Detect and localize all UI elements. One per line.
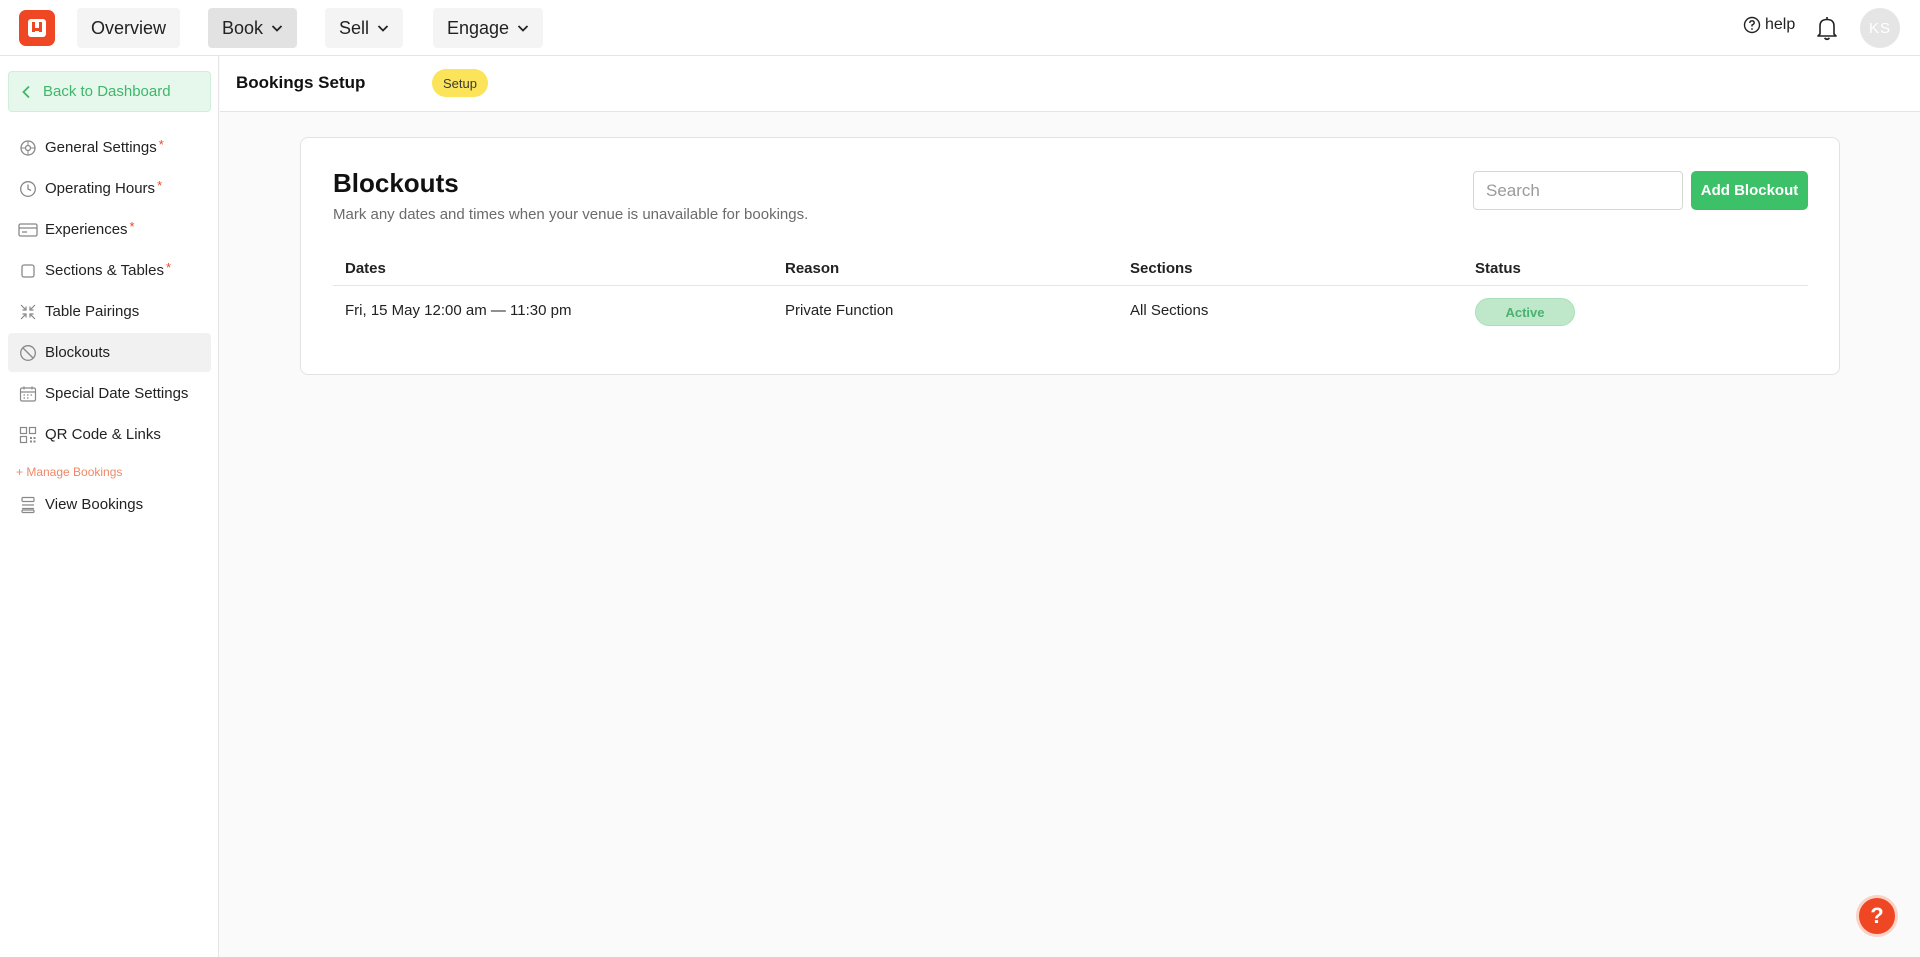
help-circle-icon [1743,16,1761,34]
column-header-status: Status [1475,260,1521,277]
nav-sell-label: Sell [339,17,370,38]
sidebar-item-sections-tables[interactable]: Sections & Tables * [8,251,211,290]
sidebar-item-label: Operating Hours [45,180,156,197]
table-row[interactable]: Fri, 15 May 12:00 am — 11:30 pm Private … [333,286,1808,338]
square-icon [18,261,38,281]
sidebar-item-label: Sections & Tables [45,262,164,279]
top-bar: Overview Book Sell Engage help KS [0,0,1920,56]
nav-book-label: Book [222,17,264,38]
chevron-left-icon [22,85,30,98]
chevron-down-icon [517,25,529,32]
sidebar-item-label: Experiences [45,221,128,238]
sidebar-item-blockouts[interactable]: Blockouts [8,333,211,372]
sidebar-item-view-bookings[interactable]: View Bookings [8,485,211,524]
back-to-dashboard-label: Back to Dashboard [43,83,171,100]
blockouts-table: Dates Reason Sections Status Fri, 15 May… [333,252,1808,338]
sidebar-item-qr-code-links[interactable]: QR Code & Links [8,415,211,454]
sidebar-item-label: QR Code & Links [45,426,161,443]
manage-bookings-section[interactable]: + Manage Bookings [16,465,122,479]
chevron-down-icon [271,25,283,32]
logo-icon [28,19,46,37]
nav-book[interactable]: Book [208,8,298,48]
sidebar-item-special-date-settings[interactable]: Special Date Settings [8,374,211,413]
help-link[interactable]: help [1743,16,1795,34]
nav-overview[interactable]: Overview [77,8,181,48]
column-header-sections: Sections [1130,260,1193,277]
block-icon [18,343,38,363]
notifications-button[interactable] [1815,15,1839,46]
page-title: Bookings Setup [236,73,366,92]
sidebar: Back to Dashboard General Settings * Ope… [0,56,219,957]
back-to-dashboard-button[interactable]: Back to Dashboard [8,71,211,112]
blockouts-card: Blockouts Mark any dates and times when … [300,137,1840,375]
sidebar-item-label: View Bookings [45,496,144,513]
nav-engage-label: Engage [447,17,510,38]
status-badge: Active [1475,298,1575,326]
nav-engage[interactable]: Engage [433,8,544,48]
qr-code-icon [18,425,38,445]
help-label: help [1765,16,1796,33]
nav-overview-label: Overview [91,17,167,38]
search-input[interactable] [1473,171,1683,210]
sidebar-item-label: Blockouts [45,344,111,361]
sidebar-item-general-settings[interactable]: General Settings * [8,128,211,167]
question-mark-icon: ? [1870,903,1884,928]
sidebar-item-label: Table Pairings [45,303,140,320]
required-mark: * [129,219,135,234]
card-title: Blockouts [333,168,459,198]
brand-logo[interactable] [19,10,55,46]
card-icon [18,220,38,240]
cell-sections: All Sections [1130,302,1209,319]
sidebar-item-label: General Settings [45,139,157,156]
cell-dates: Fri, 15 May 12:00 am — 11:30 pm [345,302,572,319]
calendar-icon [18,384,38,404]
add-blockout-button[interactable]: Add Blockout [1691,171,1808,210]
gear-icon [18,138,38,158]
cell-reason: Private Function [785,302,894,319]
required-mark: * [165,260,172,275]
page-header: Bookings Setup Setup [220,56,1920,112]
sidebar-item-table-pairings[interactable]: Table Pairings [8,292,211,331]
avatar-initials: KS [1868,19,1891,37]
avatar[interactable]: KS [1860,8,1900,48]
column-header-reason: Reason [785,260,840,277]
sidebar-item-label: Special Date Settings [45,385,189,402]
support-chat-button[interactable]: ? [1856,895,1898,937]
chevron-down-icon [377,25,389,32]
sidebar-item-experiences[interactable]: Experiences * [8,210,211,249]
required-mark: * [158,137,164,152]
bell-icon [1817,17,1837,41]
required-mark: * [157,178,163,193]
nav-sell[interactable]: Sell [325,8,404,48]
merge-arrows-icon [18,302,38,322]
column-header-dates: Dates [345,260,386,277]
clock-icon [18,179,38,199]
table-header: Dates Reason Sections Status [333,252,1808,286]
status-badge: Setup [432,69,488,97]
card-subtitle: Mark any dates and times when your venue… [333,206,809,223]
sidebar-item-operating-hours[interactable]: Operating Hours * [8,169,211,208]
stack-icon [18,495,38,515]
